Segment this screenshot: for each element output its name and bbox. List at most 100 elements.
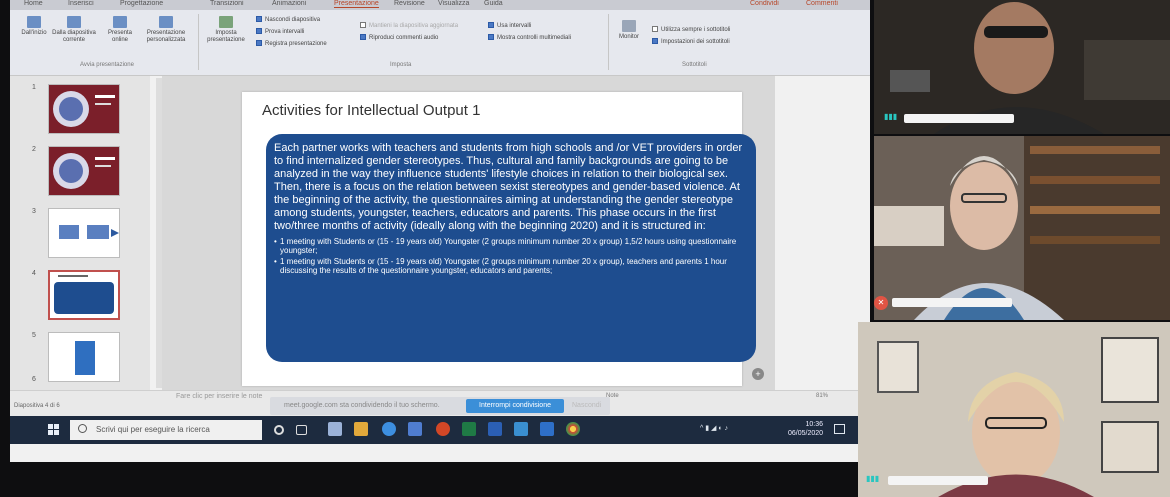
group-label-setup: Imposta — [390, 62, 412, 68]
stop-sharing-button[interactable]: Interrompi condivisione — [466, 399, 564, 413]
slide-editing-area: Activities for Intellectual Output 1 Eac… — [162, 76, 775, 391]
custom-show-button[interactable]: Presentazione personalizzata — [142, 16, 190, 44]
word-icon[interactable] — [488, 422, 502, 436]
play-current-icon — [67, 16, 81, 28]
slide-body-textbox[interactable]: Each partner works with teachers and stu… — [266, 134, 756, 362]
subtitle-settings-icon — [652, 38, 658, 45]
chrome-icon[interactable] — [566, 422, 580, 436]
hide-banner-button[interactable]: Nascondi — [572, 402, 601, 409]
slide-title[interactable]: Activities for Intellectual Output 1 — [262, 102, 480, 119]
audio-level-icon: ▮▮▮ — [866, 474, 880, 483]
slide-thumbnail-1[interactable] — [48, 84, 120, 134]
tab-animations[interactable]: Animazioni — [272, 0, 306, 7]
task-view-icon[interactable] — [296, 425, 307, 435]
thumbnail-number: 2 — [32, 146, 36, 153]
participant-video-1[interactable]: ▮▮▮ — [874, 0, 1170, 134]
record-slideshow-button[interactable]: Registra presentazione — [256, 38, 327, 50]
use-timings-checkbox[interactable]: Usa intervalli — [488, 20, 571, 32]
tab-review[interactable]: Revisione — [394, 0, 425, 7]
notes-toggle[interactable]: Note — [606, 393, 619, 399]
bullet-item: 1 meeting with Students or (15 - 19 year… — [274, 257, 746, 275]
screen-share-banner: meet.google.com sta condividendo il tuo … — [270, 397, 610, 415]
monitor-dropdown[interactable]: Monitor — [614, 20, 644, 41]
slide-thumbnail-pane: 1 2 3 4 5 6 — [10, 76, 150, 390]
present-online-button[interactable]: Presenta online — [102, 16, 138, 44]
tab-transitions[interactable]: Transizioni — [210, 0, 244, 7]
participant-3-video-frame — [858, 322, 1170, 497]
tab-insert[interactable]: Inserisci — [68, 0, 94, 7]
zoom-level[interactable]: 81% — [816, 393, 828, 399]
mail-icon[interactable] — [514, 422, 528, 436]
thumbnail-number: 1 — [32, 84, 36, 91]
keep-updated-checkbox[interactable]: Mantieni la diapositiva aggiornata — [360, 20, 458, 32]
participant-video-2[interactable]: ✕ — [874, 136, 1170, 320]
group-divider — [608, 14, 609, 70]
taskbar-clock[interactable]: 10:36 06/05/2020 — [788, 420, 823, 438]
tab-view[interactable]: Visualizza — [438, 0, 469, 7]
monitor-icon — [622, 20, 636, 32]
slide-thumbnail-4[interactable] — [48, 270, 120, 320]
audio-level-icon: ▮▮▮ — [884, 112, 898, 121]
thumbnail-graphic — [53, 91, 115, 127]
thumbnail-graphic — [75, 341, 95, 375]
setup-slideshow-button[interactable]: Imposta presentazione — [204, 16, 248, 44]
powerpoint-icon[interactable] — [436, 422, 450, 436]
file-explorer-icon[interactable] — [354, 422, 368, 436]
file-icon[interactable] — [328, 422, 342, 436]
notes-pane: Fare clic per inserire le note Diapositi… — [10, 390, 870, 416]
thumbnail-number: 5 — [32, 332, 36, 339]
share-banner-text: meet.google.com sta condividendo il tuo … — [284, 402, 440, 409]
tab-help[interactable]: Guida — [484, 0, 503, 7]
playback-options-list: Mantieni la diapositiva aggiornata Ripro… — [360, 20, 458, 44]
rehearse-timings-button[interactable]: Prova intervalli — [256, 26, 327, 38]
tab-design[interactable]: Progettazione — [120, 0, 163, 7]
windows-start-icon[interactable] — [48, 424, 60, 436]
rehearse-icon — [256, 28, 262, 35]
thumbnail-number: 3 — [32, 208, 36, 215]
from-current-slide-button[interactable]: Dalla diapositiva corrente — [52, 16, 96, 44]
windows-taskbar: Scrivi qui per eseguire la ricerca ^ ▮ ◢… — [10, 416, 870, 444]
tab-home[interactable]: Home — [24, 0, 43, 7]
ribbon: Dall'inizio Dalla diapositiva corrente P… — [10, 10, 870, 76]
current-slide[interactable]: Activities for Intellectual Output 1 Eac… — [242, 92, 756, 386]
participant-2-name-bar — [892, 298, 1012, 307]
calendar-icon[interactable] — [540, 422, 554, 436]
clock-time: 10:36 — [805, 421, 824, 428]
subtitle-settings-button[interactable]: Impostazioni dei sottotitoli — [652, 36, 730, 48]
media-controls-checkbox[interactable]: Mostra controlli multimediali — [488, 32, 571, 44]
tab-slideshow[interactable]: Presentazione — [334, 0, 379, 8]
edge-browser-icon[interactable] — [382, 422, 396, 436]
group-label-start: Avvia presentazione — [80, 62, 134, 68]
notifications-icon[interactable] — [834, 424, 845, 434]
participant-3-name-bar — [888, 476, 988, 485]
custom-show-icon — [159, 16, 173, 28]
always-subtitles-checkbox[interactable]: Utilizza sempre i sottotitoli — [652, 24, 730, 36]
fit-slide-icon[interactable]: + — [752, 368, 764, 380]
subtitle-options-list: Utilizza sempre i sottotitoli Impostazio… — [652, 24, 730, 48]
excel-icon[interactable] — [462, 422, 476, 436]
record-icon — [256, 40, 262, 47]
present-online-icon — [113, 16, 127, 28]
slide-body-paragraph: Each partner works with teachers and stu… — [274, 142, 743, 232]
slide-bullet-list: 1 meeting with Students or (15 - 19 year… — [274, 237, 746, 275]
bullet-item: 1 meeting with Students or (15 - 19 year… — [274, 237, 746, 255]
thumbnail-graphic — [53, 153, 115, 189]
hide-slide-button[interactable]: Nascondi diapositiva — [256, 14, 327, 26]
setup-icon — [219, 16, 233, 28]
share-link[interactable]: Condividi — [750, 0, 779, 7]
notes-placeholder[interactable]: Fare clic per inserire le note — [176, 393, 262, 400]
from-beginning-button[interactable]: Dall'inizio — [20, 16, 48, 37]
slide-thumbnail-3[interactable] — [48, 208, 120, 258]
store-icon[interactable] — [408, 422, 422, 436]
participant-2-video-frame — [874, 136, 1170, 320]
system-tray[interactable]: ^ ▮ ◢ ◐ ♪ — [700, 424, 728, 432]
play-narrations-checkbox[interactable]: Riproduci commenti audio — [360, 32, 458, 44]
comments-link[interactable]: Commenti — [806, 0, 838, 7]
setup-options-list: Nascondi diapositiva Prova intervalli Re… — [256, 14, 327, 50]
participant-video-3[interactable]: ▮▮▮ — [858, 322, 1170, 497]
taskbar-search-input[interactable]: Scrivi qui per eseguire la ricerca — [70, 420, 262, 440]
cortana-icon[interactable] — [274, 425, 284, 435]
thumbnail-number: 4 — [32, 270, 36, 277]
slide-thumbnail-2[interactable] — [48, 146, 120, 196]
slide-thumbnail-5[interactable] — [48, 332, 120, 382]
